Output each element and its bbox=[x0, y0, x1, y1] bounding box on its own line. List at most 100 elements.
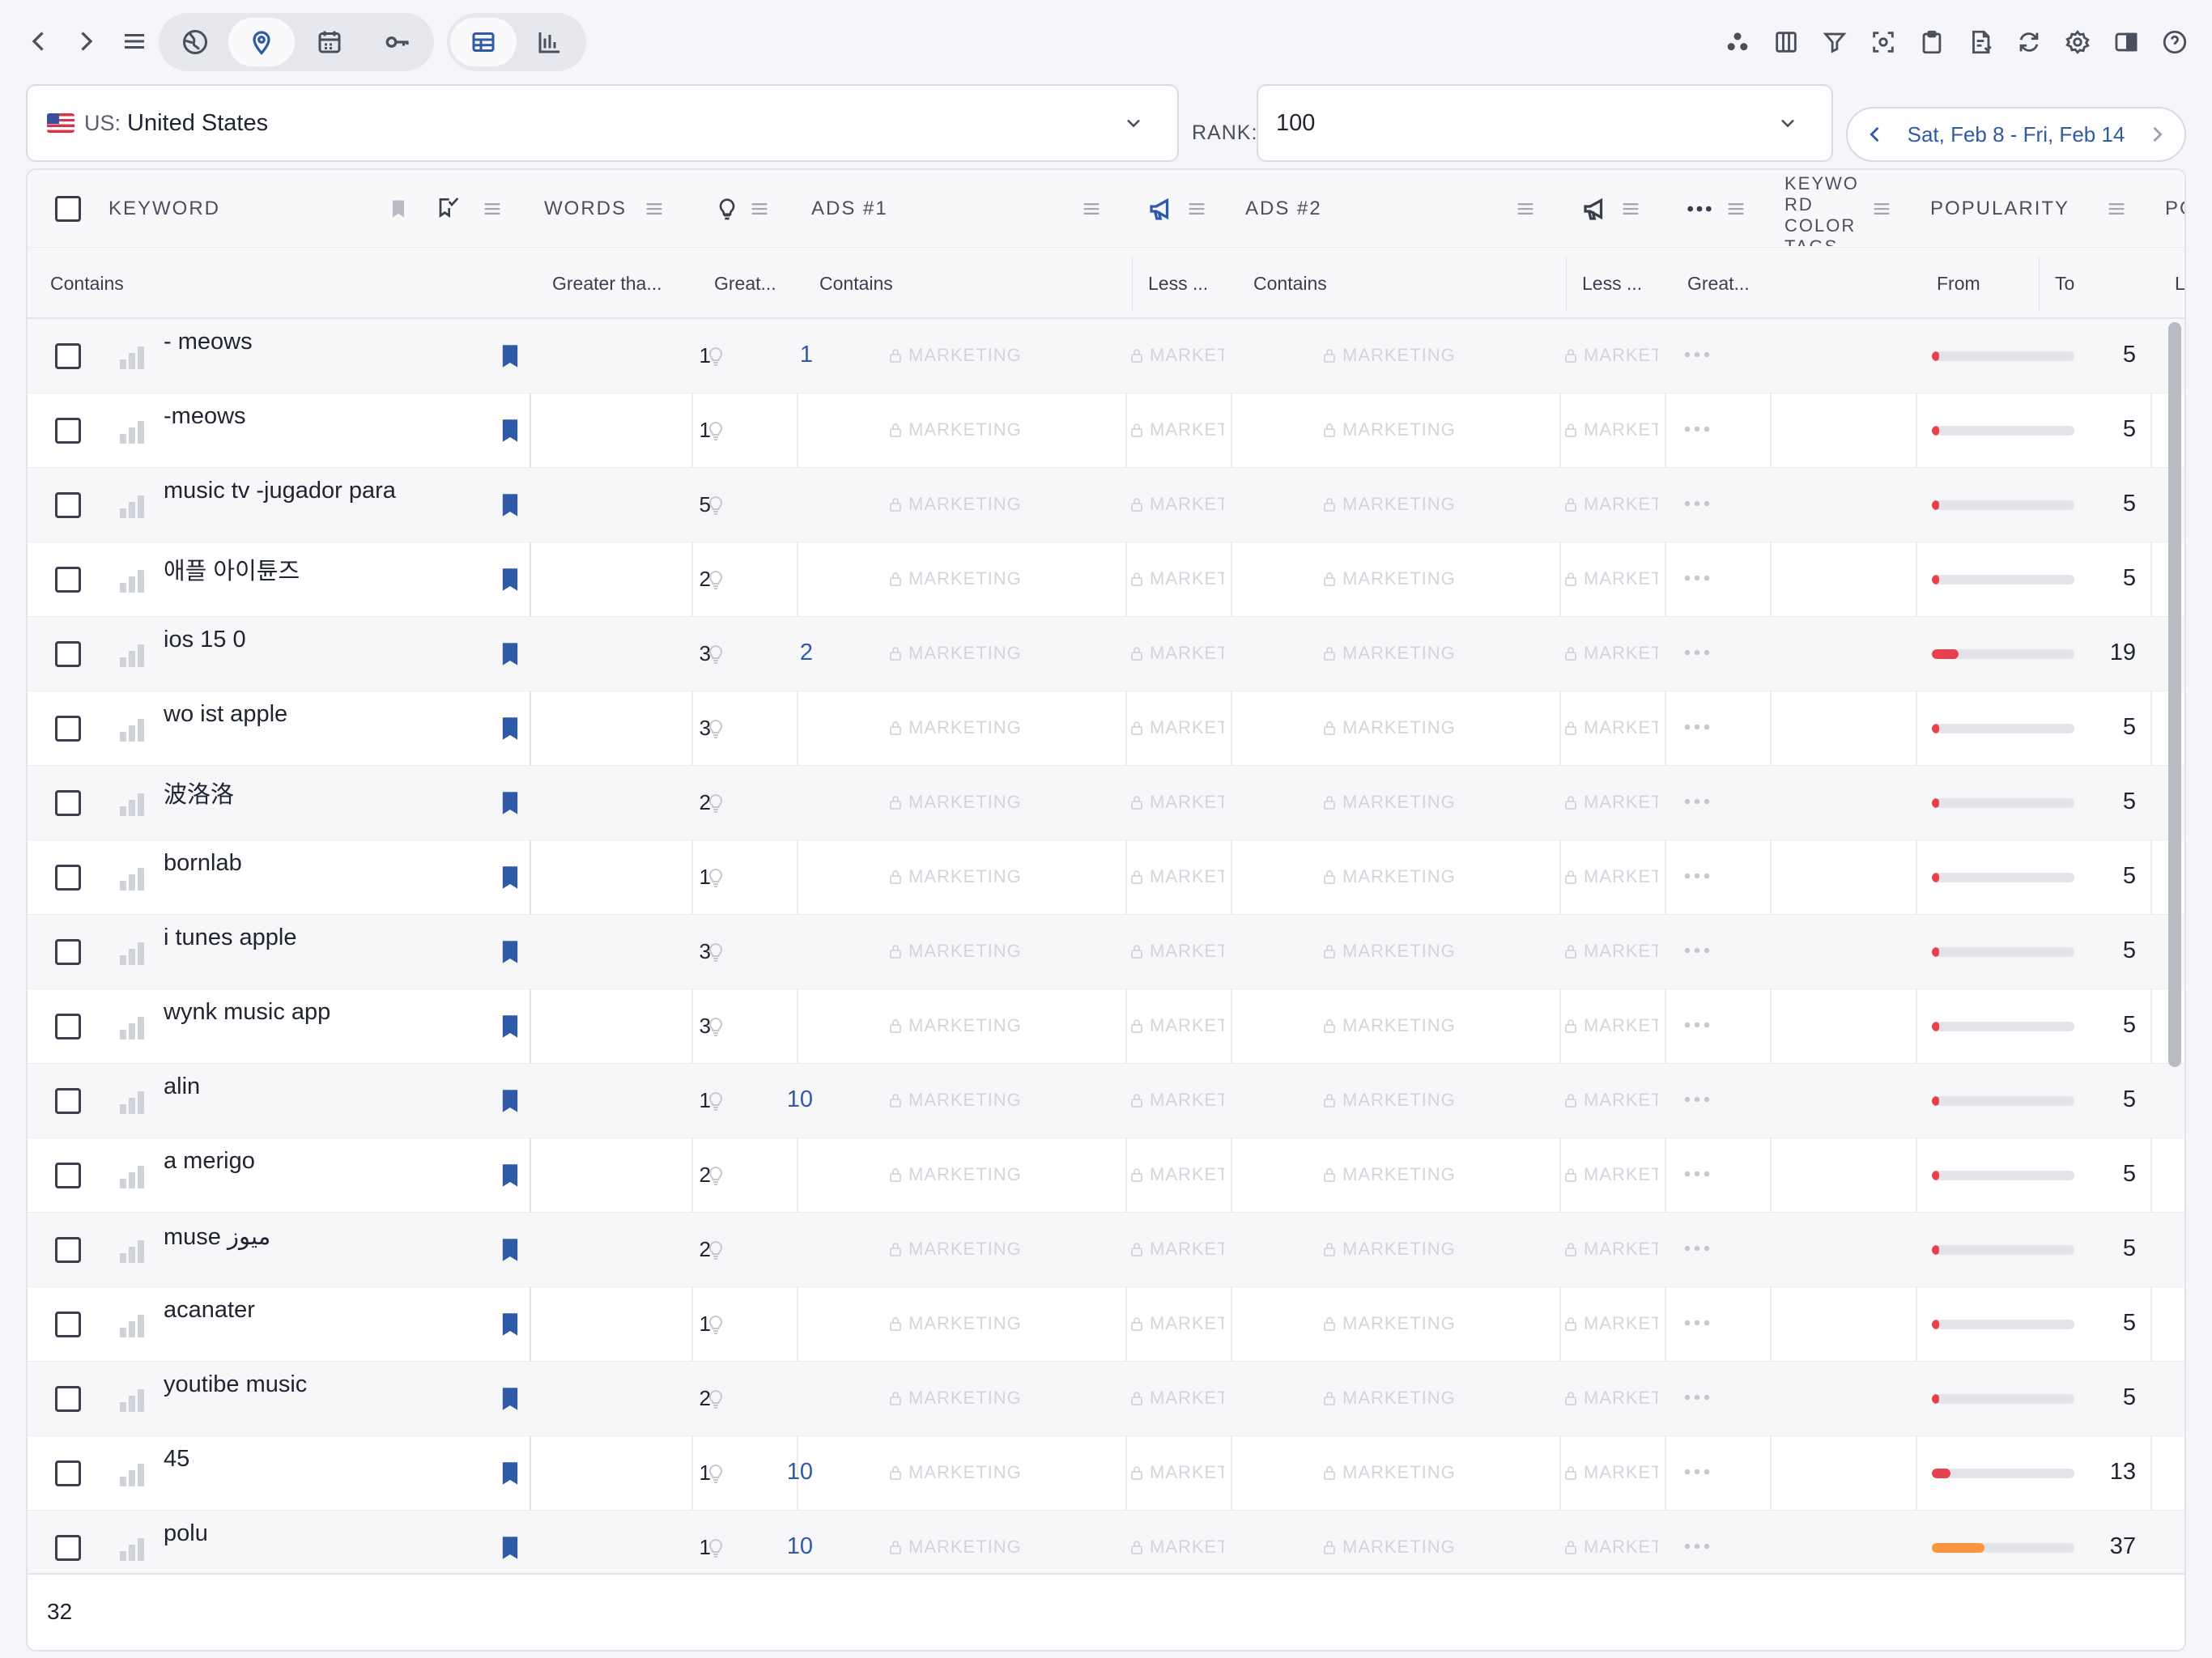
column-menu-icon[interactable] bbox=[479, 198, 505, 220]
table-row[interactable]: 애플 아이튠즈 2 MARKETING MARKET MARKETING MARKET 5 bbox=[28, 542, 2184, 617]
next-filter[interactable]: L bbox=[2175, 248, 2184, 319]
bookmark-icon[interactable] bbox=[499, 790, 521, 816]
column-menu-icon[interactable] bbox=[1078, 198, 1104, 220]
column-header-keyword[interactable]: KEYWORD bbox=[108, 170, 220, 248]
bookmark-icon[interactable] bbox=[499, 418, 521, 444]
more-dots-icon[interactable] bbox=[1682, 644, 1712, 661]
lightbulb-icon[interactable] bbox=[714, 194, 740, 223]
more-filter[interactable]: Great... bbox=[1687, 248, 1750, 319]
table-row[interactable]: music tv -jugador para 5 MARKETING MARKET MA… bbox=[28, 468, 2184, 542]
suggestion-count[interactable]: 10 bbox=[740, 1533, 813, 1560]
table-row[interactable]: youtibe music 2 MARKETING MARKET MARKETING MA… bbox=[28, 1362, 2184, 1436]
more-dots-icon[interactable] bbox=[1682, 942, 1712, 959]
dots-cluster-icon[interactable] bbox=[1718, 23, 1757, 62]
bookmark-icon[interactable] bbox=[499, 1312, 521, 1337]
ads2-rank-filter[interactable]: Less ... bbox=[1582, 248, 1642, 319]
help-icon[interactable] bbox=[2155, 23, 2194, 62]
column-header-color-tags[interactable]: KEYWO RD COLOR TAGS bbox=[1784, 173, 1865, 246]
column-header-ads1[interactable]: ADS #1 bbox=[811, 170, 888, 248]
column-header-words[interactable]: WORDS bbox=[544, 170, 627, 248]
ads1-filter[interactable]: Contains bbox=[819, 248, 893, 319]
forward-icon[interactable] bbox=[62, 17, 110, 66]
popularity-to-filter[interactable]: To bbox=[2055, 248, 2074, 319]
more-dots-icon[interactable] bbox=[1686, 199, 1713, 219]
suggestion-count[interactable]: 10 bbox=[740, 1459, 813, 1486]
settings-icon[interactable] bbox=[2058, 23, 2097, 62]
column-menu-icon[interactable] bbox=[1869, 198, 1895, 220]
bookmark-icon[interactable] bbox=[499, 1237, 521, 1263]
table-row[interactable]: wynk music app 3 MARKETING MARKET MARKETING M… bbox=[28, 989, 2184, 1064]
more-dots-icon[interactable] bbox=[1682, 1017, 1712, 1033]
ads1-rank-filter[interactable]: Less ... bbox=[1148, 248, 1208, 319]
table-row[interactable]: 45 1 10 MARKETING MARKET MARKETING MARKET 13 bbox=[28, 1436, 2184, 1511]
column-menu-icon[interactable] bbox=[2104, 198, 2129, 220]
bookmark-icon[interactable] bbox=[499, 1014, 521, 1039]
row-checkbox[interactable] bbox=[55, 1237, 81, 1263]
row-checkbox[interactable] bbox=[55, 1386, 81, 1412]
vertical-scrollbar[interactable] bbox=[2168, 322, 2181, 1067]
suggestion-count[interactable]: 2 bbox=[740, 640, 813, 666]
chevron-left-icon[interactable] bbox=[1864, 123, 1887, 146]
more-dots-icon[interactable] bbox=[1682, 1538, 1712, 1554]
table-row[interactable]: -meows 1 MARKETING MARKET MARKETING MARKET 5 bbox=[28, 393, 2184, 468]
table-row[interactable]: ios 15 0 3 2 MARKETING MARKET MARKETING MARKET… bbox=[28, 617, 2184, 691]
table-row[interactable]: muse ميوز 2 MARKETING MARKET MARKETING MARKET… bbox=[28, 1213, 2184, 1287]
ads2-filter[interactable]: Contains bbox=[1253, 248, 1327, 319]
column-menu-icon[interactable] bbox=[747, 198, 772, 220]
bookmark-icon[interactable] bbox=[499, 567, 521, 593]
rank-select[interactable]: 100 bbox=[1257, 84, 1833, 162]
bookmark-icon[interactable] bbox=[499, 865, 521, 891]
bookmark-icon[interactable] bbox=[499, 939, 521, 965]
table-row[interactable]: a merigo 2 MARKETING MARKET MARKETING MARKET 5 bbox=[28, 1138, 2184, 1213]
row-checkbox[interactable] bbox=[55, 939, 81, 965]
bookmark-icon[interactable] bbox=[387, 196, 410, 222]
table-row[interactable]: alin 1 10 MARKETING MARKET MARKETING MARKET 5 bbox=[28, 1064, 2184, 1138]
more-dots-icon[interactable] bbox=[1682, 868, 1712, 884]
bookmark-icon[interactable] bbox=[499, 1460, 521, 1486]
table-row[interactable]: - meows 1 1 MARKETING MARKET MARKETING MARKET 5 bbox=[28, 319, 2184, 393]
map-pin-icon[interactable] bbox=[228, 18, 295, 66]
column-menu-icon[interactable] bbox=[1512, 198, 1538, 220]
row-checkbox[interactable] bbox=[55, 492, 81, 518]
table-row[interactable]: wo ist apple 3 MARKETING MARKET MARKETING MAR… bbox=[28, 691, 2184, 766]
more-dots-icon[interactable] bbox=[1682, 1464, 1712, 1480]
keyword-filter[interactable]: Contains bbox=[50, 248, 124, 319]
more-dots-icon[interactable] bbox=[1682, 421, 1712, 437]
focus-icon[interactable] bbox=[1864, 23, 1903, 62]
megaphone-icon[interactable] bbox=[1146, 194, 1176, 223]
row-checkbox[interactable] bbox=[55, 1014, 81, 1039]
more-dots-icon[interactable] bbox=[1682, 570, 1712, 586]
more-dots-icon[interactable] bbox=[1682, 793, 1712, 810]
more-dots-icon[interactable] bbox=[1682, 1389, 1712, 1405]
column-menu-icon[interactable] bbox=[1184, 198, 1210, 220]
bar-chart-icon[interactable] bbox=[517, 18, 583, 66]
table-row[interactable]: 波洛洛 2 MARKETING MARKET MARKETING MARKET 5 bbox=[28, 766, 2184, 840]
row-checkbox[interactable] bbox=[55, 343, 81, 369]
row-checkbox[interactable] bbox=[55, 790, 81, 816]
table-row[interactable]: i tunes apple 3 MARKETING MARKET MARKETING MA… bbox=[28, 915, 2184, 989]
row-checkbox[interactable] bbox=[55, 1535, 81, 1561]
bookmark-icon[interactable] bbox=[499, 1386, 521, 1412]
row-checkbox[interactable] bbox=[55, 567, 81, 593]
refresh-icon[interactable] bbox=[2010, 23, 2048, 62]
key-icon[interactable] bbox=[364, 18, 431, 66]
column-header-ads2[interactable]: ADS #2 bbox=[1245, 170, 1322, 248]
bookmark-check-icon[interactable] bbox=[434, 194, 460, 222]
more-dots-icon[interactable] bbox=[1682, 1166, 1712, 1182]
more-dots-icon[interactable] bbox=[1682, 719, 1712, 735]
row-checkbox[interactable] bbox=[55, 641, 81, 667]
row-checkbox[interactable] bbox=[55, 418, 81, 444]
suggest-filter[interactable]: Great... bbox=[714, 248, 776, 319]
row-checkbox[interactable] bbox=[55, 865, 81, 891]
suggestion-count[interactable]: 10 bbox=[740, 1086, 813, 1113]
globe-icon[interactable] bbox=[162, 18, 228, 66]
more-dots-icon[interactable] bbox=[1682, 495, 1712, 512]
columns-icon[interactable] bbox=[1767, 23, 1806, 62]
select-all-checkbox[interactable] bbox=[55, 196, 81, 222]
bookmark-icon[interactable] bbox=[499, 492, 521, 518]
clipboard-icon[interactable] bbox=[1912, 23, 1951, 62]
document-icon[interactable] bbox=[1961, 23, 2000, 62]
calendar-icon[interactable] bbox=[296, 18, 363, 66]
row-checkbox[interactable] bbox=[55, 1460, 81, 1486]
suggestion-count[interactable]: 1 bbox=[740, 342, 813, 368]
